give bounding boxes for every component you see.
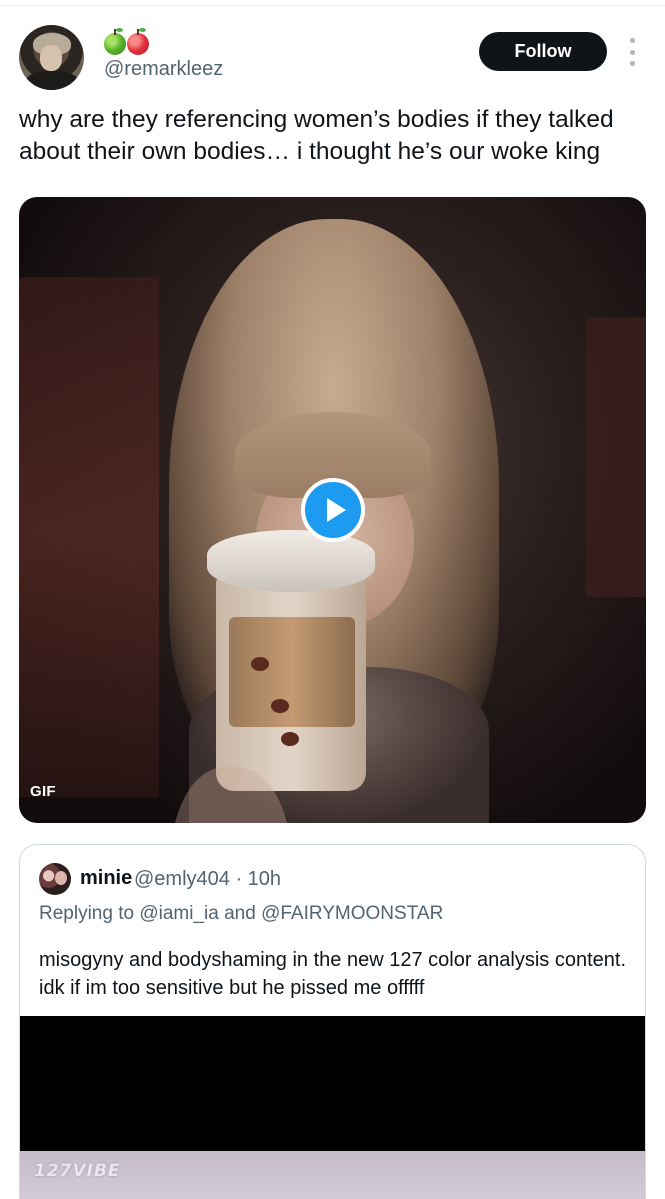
follow-button[interactable]: Follow: [479, 32, 607, 71]
quoted-author-avatar: [39, 863, 71, 895]
avatar-face: [40, 45, 62, 71]
author-handle[interactable]: @remarkleez: [104, 58, 223, 81]
media-cup-lid: [207, 530, 375, 592]
tweet-text: why are they referencing women’s bodies …: [19, 106, 614, 165]
tweet-media-gif[interactable]: GIF: [19, 197, 646, 823]
quoted-author-name: minie: [80, 867, 133, 889]
more-options-icon[interactable]: [623, 38, 641, 66]
quoted-tweet-media[interactable]: 127VIBE: [20, 1016, 645, 1199]
media-background-left: [19, 277, 159, 797]
avatar-body: [25, 71, 79, 90]
quoted-author-meta: @emly404 · 10h: [134, 868, 282, 890]
green-apple-icon: [104, 28, 126, 55]
media-nail: [251, 657, 269, 671]
red-apple-icon: [127, 28, 149, 55]
dot: [629, 61, 635, 66]
display-name-emoji[interactable]: [104, 28, 149, 55]
media-nail: [271, 699, 289, 713]
media-cup-sleeve: [229, 617, 355, 727]
media-watermark: 127VIBE: [34, 1161, 121, 1181]
author-avatar[interactable]: [19, 25, 84, 90]
media-nail: [281, 732, 299, 746]
replying-to: Replying to @iami_ia and @FAIRYMOONSTAR: [39, 903, 444, 924]
top-divider: [0, 5, 665, 6]
quoted-tweet-text: misogyny and bodyshaming in the new 127 …: [39, 949, 627, 999]
dot: [629, 49, 635, 55]
play-icon[interactable]: [301, 478, 365, 542]
quoted-tweet[interactable]: minie @emly404 · 10h Replying to @iami_i…: [19, 844, 646, 1199]
dot: [629, 38, 635, 43]
media-background-right: [586, 317, 646, 597]
gif-badge: GIF: [30, 783, 56, 800]
